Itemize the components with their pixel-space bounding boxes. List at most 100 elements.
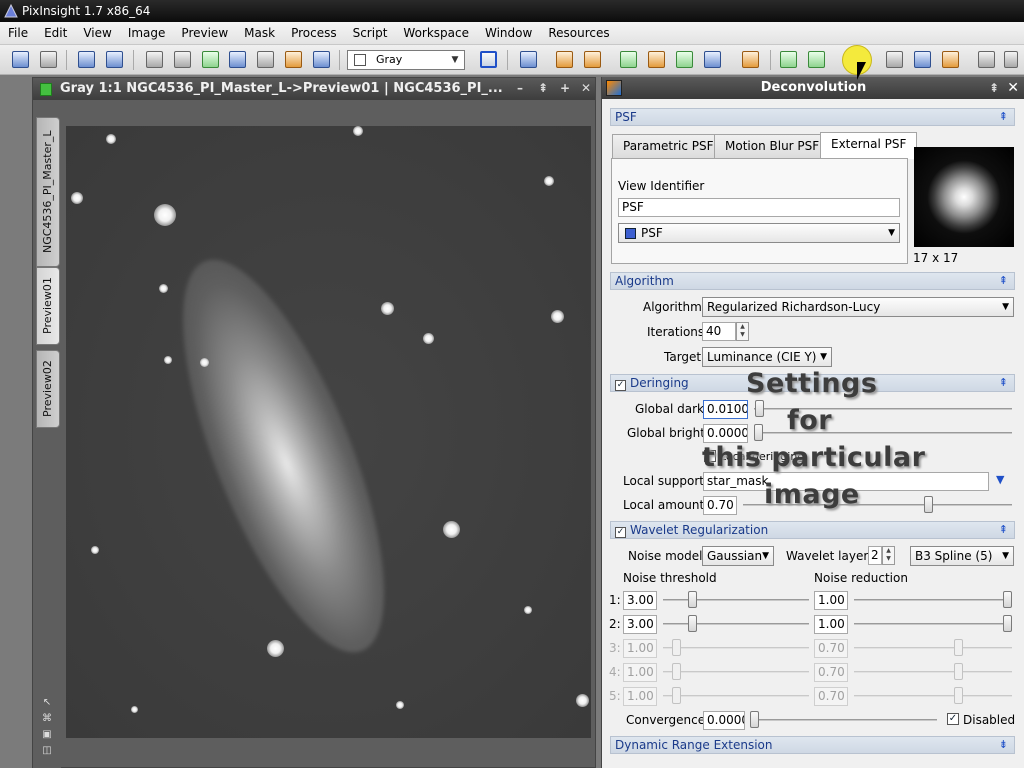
arrow-left-icon[interactable] xyxy=(780,51,797,68)
noise-reduction-field[interactable]: 1.00 xyxy=(814,615,848,634)
window-icon[interactable]: ▣ xyxy=(41,729,53,741)
menu-resources[interactable]: Resources xyxy=(540,22,617,45)
display-channel-select[interactable]: Gray ▼ xyxy=(347,50,465,70)
tab-external-psf[interactable]: External PSF xyxy=(820,132,918,159)
close-icon[interactable]: ✕ xyxy=(579,81,593,96)
curves-icon[interactable] xyxy=(584,51,601,68)
menu-process[interactable]: Process xyxy=(283,22,345,45)
image-canvas[interactable] xyxy=(66,126,591,738)
add-image-icon[interactable] xyxy=(202,51,219,68)
view-identifier-field[interactable]: PSF xyxy=(618,198,900,217)
noise-threshold-slider[interactable] xyxy=(688,591,697,608)
iterations-field[interactable]: 40 xyxy=(702,322,736,341)
convergence-field[interactable]: 0.0000 xyxy=(703,711,745,730)
arrow-icon[interactable]: ↖ xyxy=(41,697,53,709)
menu-window[interactable]: Window xyxy=(477,22,540,45)
disabled-checkbox[interactable]: ✓ xyxy=(947,713,959,725)
local-amount-slider[interactable] xyxy=(924,496,933,513)
convergence-slider[interactable] xyxy=(750,711,759,728)
iterations-spinner[interactable]: ▲ ▼ xyxy=(736,322,749,341)
tab-preview01[interactable]: Preview01 xyxy=(36,267,60,345)
expand-icon[interactable]: ⇟ xyxy=(999,737,1008,753)
menu-edit[interactable]: Edit xyxy=(36,22,75,45)
stf-icon[interactable] xyxy=(313,51,330,68)
menu-file[interactable]: File xyxy=(0,22,36,45)
minimize-icon[interactable]: – xyxy=(513,81,527,96)
noise-reduction-track xyxy=(854,695,1012,697)
close-icon[interactable]: ✕ xyxy=(1007,77,1019,99)
image-window-title-bar[interactable]: Gray 1:1 NGC4536_PI_Master_L->Preview01 … xyxy=(33,78,595,100)
chevron-down-icon: ▼ xyxy=(888,228,895,238)
mask-toggle-icon[interactable]: ◫ xyxy=(41,745,53,757)
algorithm-select[interactable]: Regularized Richardson-Lucy ▼ xyxy=(702,297,1014,317)
more-tools-icon[interactable] xyxy=(1004,51,1018,68)
undo-icon[interactable] xyxy=(12,51,29,68)
process-explorer-icon[interactable] xyxy=(520,51,537,68)
menu-workspace[interactable]: Workspace xyxy=(395,22,477,45)
identifier-icon[interactable] xyxy=(78,51,95,68)
menu-image[interactable]: Image xyxy=(120,22,174,45)
noise-reduction-slider[interactable] xyxy=(1003,591,1012,608)
collapse-icon[interactable]: ⇞ xyxy=(999,109,1008,125)
wavelet-layers-field[interactable]: 2 xyxy=(868,546,882,565)
invert-icon[interactable] xyxy=(285,51,302,68)
resample-icon[interactable] xyxy=(942,51,959,68)
settings-icon[interactable] xyxy=(978,51,995,68)
local-amount-field[interactable]: 0.70 xyxy=(703,496,737,515)
clone-window-icon[interactable] xyxy=(106,51,123,68)
section-algorithm[interactable]: Algorithm ⇞ xyxy=(610,272,1015,290)
global-bright-slider[interactable] xyxy=(754,424,763,441)
global-dark-slider[interactable] xyxy=(755,400,764,417)
redo-icon[interactable] xyxy=(40,51,57,68)
panel-title-bar[interactable]: Deconvolution ⇞ ✕ xyxy=(602,77,1024,99)
new-preview-icon[interactable] xyxy=(146,51,163,68)
tab-motion-blur-psf[interactable]: Motion Blur PSF xyxy=(714,134,831,158)
local-support-dropdown-icon[interactable]: ▼ xyxy=(996,473,1004,486)
new-instance-icon[interactable] xyxy=(620,51,637,68)
collapse-icon[interactable]: ⇞ xyxy=(999,522,1008,538)
zoom-icon[interactable] xyxy=(229,51,246,68)
section-psf[interactable]: PSF ⇞ xyxy=(610,108,1015,126)
view-select[interactable]: PSF ▼ xyxy=(618,223,900,243)
menu-preview[interactable]: Preview xyxy=(173,22,236,45)
chevron-down-icon: ▼ xyxy=(1002,551,1009,561)
noise-model-select[interactable]: Gaussian ▼ xyxy=(702,546,774,566)
collapse-icon[interactable]: ⇞ xyxy=(999,273,1008,289)
noise-threshold-slider[interactable] xyxy=(688,615,697,632)
shade-icon[interactable]: ⇞ xyxy=(536,81,550,96)
zoom-fit-icon[interactable]: ⌘ xyxy=(41,713,53,725)
copy-icon[interactable] xyxy=(704,51,721,68)
deringing-checkbox[interactable]: ✓ xyxy=(615,380,626,391)
noise-threshold-field[interactable]: 3.00 xyxy=(623,615,657,634)
noise-reduction-slider[interactable] xyxy=(1003,615,1012,632)
global-dark-field[interactable]: 0.0100 xyxy=(703,400,748,419)
menu-mask[interactable]: Mask xyxy=(236,22,283,45)
wavelet-checkbox[interactable]: ✓ xyxy=(615,527,626,538)
duplicate-icon[interactable] xyxy=(676,51,693,68)
noise-threshold-field[interactable]: 3.00 xyxy=(623,591,657,610)
rgb-channel-icon[interactable] xyxy=(480,51,497,68)
crop-icon[interactable] xyxy=(914,51,931,68)
maximize-icon[interactable]: + xyxy=(558,81,572,96)
noise-reduction-field[interactable]: 1.00 xyxy=(814,591,848,610)
section-dynamic-range-extension[interactable]: Dynamic Range Extension ⇟ xyxy=(610,736,1015,754)
tab-main-view[interactable]: NGC4536_PI_Master_L xyxy=(36,117,60,267)
tab-parametric-psf[interactable]: Parametric PSF xyxy=(612,134,725,158)
delete-preview-icon[interactable] xyxy=(174,51,191,68)
target-select[interactable]: Luminance (CIE Y) ▼ xyxy=(702,347,832,367)
statistics-icon[interactable] xyxy=(648,51,665,68)
histogram-icon[interactable] xyxy=(556,51,573,68)
arrow-right-icon[interactable] xyxy=(808,51,825,68)
menu-script[interactable]: Script xyxy=(345,22,396,45)
wavelet-layers-spinner[interactable]: ▲ ▼ xyxy=(882,546,895,565)
mask-icon[interactable] xyxy=(257,51,274,68)
menu-view[interactable]: View xyxy=(75,22,119,45)
global-bright-field[interactable]: 0.0000 xyxy=(703,424,748,443)
collapse-icon[interactable]: ⇞ xyxy=(999,375,1008,391)
transform-icon[interactable] xyxy=(886,51,903,68)
tab-preview02[interactable]: Preview02 xyxy=(36,350,60,428)
section-wavelet-regularization[interactable]: ✓ Wavelet Regularization ⇞ xyxy=(610,521,1015,539)
scaling-function-select[interactable]: B3 Spline (5) ▼ xyxy=(910,546,1014,566)
script-editor-icon[interactable] xyxy=(742,51,759,68)
shade-icon[interactable]: ⇞ xyxy=(989,77,999,99)
